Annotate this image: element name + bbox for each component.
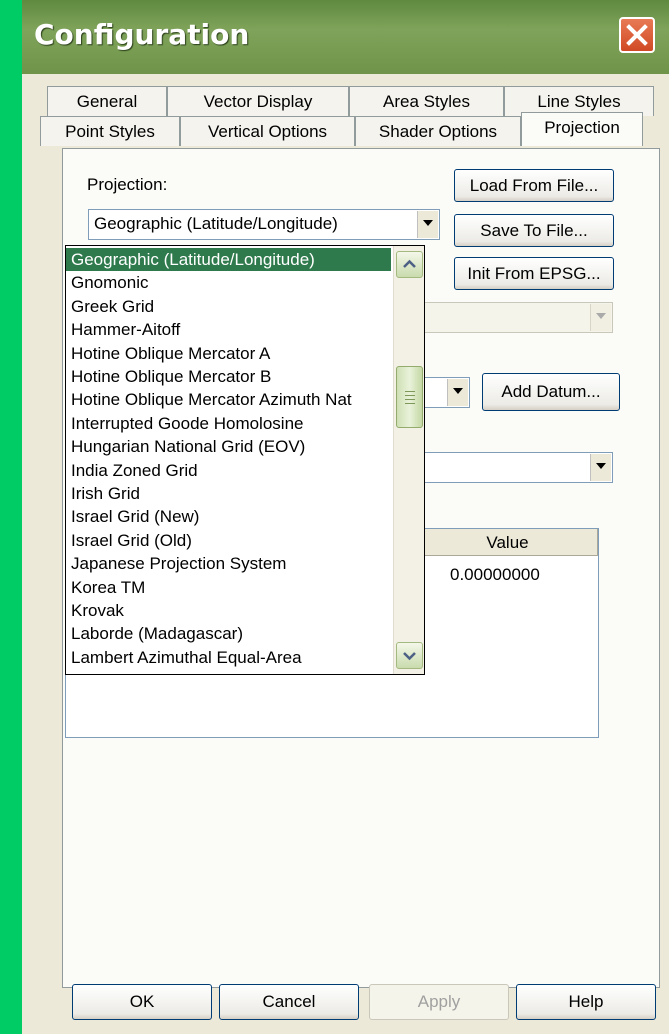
scrollbar-thumb[interactable] bbox=[396, 366, 423, 428]
chevron-up-icon bbox=[403, 259, 416, 268]
tab-vertical-options[interactable]: Vertical Options bbox=[180, 116, 355, 146]
list-item[interactable]: Israel Grid (Old) bbox=[66, 529, 391, 552]
close-button[interactable] bbox=[619, 17, 655, 53]
list-item[interactable]: Japanese Projection System bbox=[66, 552, 391, 575]
chevron-down-icon bbox=[403, 652, 416, 661]
tab-projection[interactable]: Projection bbox=[521, 112, 643, 146]
list-item[interactable]: Hammer-Aitoff bbox=[66, 318, 391, 341]
tab-vector-display[interactable]: Vector Display bbox=[167, 86, 349, 116]
chevron-down-icon[interactable] bbox=[447, 379, 468, 406]
list-item[interactable]: Interrupted Goode Homolosine bbox=[66, 412, 391, 435]
cancel-button[interactable]: Cancel bbox=[219, 984, 359, 1020]
list-item[interactable]: Hotine Oblique Mercator Azimuth Nat bbox=[66, 388, 391, 411]
list-item[interactable]: Greek Grid bbox=[66, 295, 391, 318]
scroll-up-button[interactable] bbox=[396, 251, 423, 278]
help-button[interactable]: Help bbox=[516, 984, 656, 1020]
dropdown-scrollbar[interactable] bbox=[393, 246, 424, 674]
chevron-down-icon[interactable] bbox=[417, 211, 438, 238]
chevron-down-icon bbox=[590, 304, 611, 331]
list-item[interactable]: Irish Grid bbox=[66, 482, 391, 505]
list-item[interactable]: India Zoned Grid bbox=[66, 459, 391, 482]
list-item[interactable]: Hotine Oblique Mercator B bbox=[66, 365, 391, 388]
tab-area-styles[interactable]: Area Styles bbox=[349, 86, 504, 116]
ok-button[interactable]: OK bbox=[72, 984, 212, 1020]
tab-point-styles[interactable]: Point Styles bbox=[40, 116, 180, 146]
init-from-epsg-button[interactable]: Init From EPSG... bbox=[454, 257, 614, 290]
title-bar[interactable]: Configuration bbox=[22, 0, 669, 74]
close-icon bbox=[626, 24, 648, 46]
save-to-file-button[interactable]: Save To File... bbox=[454, 214, 614, 247]
list-item[interactable]: Laborde (Madagascar) bbox=[66, 622, 391, 645]
projection-label: Projection: bbox=[87, 175, 168, 194]
list-item[interactable]: Israel Grid (New) bbox=[66, 505, 391, 528]
grid-header-value: Value bbox=[418, 529, 598, 556]
scroll-down-button[interactable] bbox=[396, 642, 423, 669]
grid-cell-value: 0.00000000 bbox=[450, 565, 540, 584]
window-title: Configuration bbox=[34, 18, 250, 51]
tab-shader-options[interactable]: Shader Options bbox=[355, 116, 521, 146]
list-item[interactable]: Korea TM bbox=[66, 576, 391, 599]
projection-dropdown-list[interactable]: Geographic (Latitude/Longitude) Gnomonic… bbox=[65, 245, 425, 675]
list-item[interactable]: Hotine Oblique Mercator A bbox=[66, 342, 391, 365]
tab-general[interactable]: General bbox=[47, 86, 167, 116]
load-from-file-button[interactable]: Load From File... bbox=[454, 169, 614, 202]
list-item[interactable]: Krovak bbox=[66, 599, 391, 622]
chevron-down-icon[interactable] bbox=[590, 454, 611, 481]
list-item[interactable]: Lambert Azimuthal Equal-Area bbox=[66, 646, 391, 669]
list-item[interactable]: Geographic (Latitude/Longitude) bbox=[66, 248, 391, 272]
projection-select-value: Geographic (Latitude/Longitude) bbox=[94, 214, 338, 233]
list-item[interactable]: Hungarian National Grid (EOV) bbox=[66, 435, 391, 458]
list-item[interactable]: Gnomonic bbox=[66, 271, 391, 294]
projection-select[interactable]: Geographic (Latitude/Longitude) bbox=[88, 209, 440, 240]
add-datum-button[interactable]: Add Datum... bbox=[482, 373, 620, 411]
apply-button: Apply bbox=[369, 984, 509, 1020]
